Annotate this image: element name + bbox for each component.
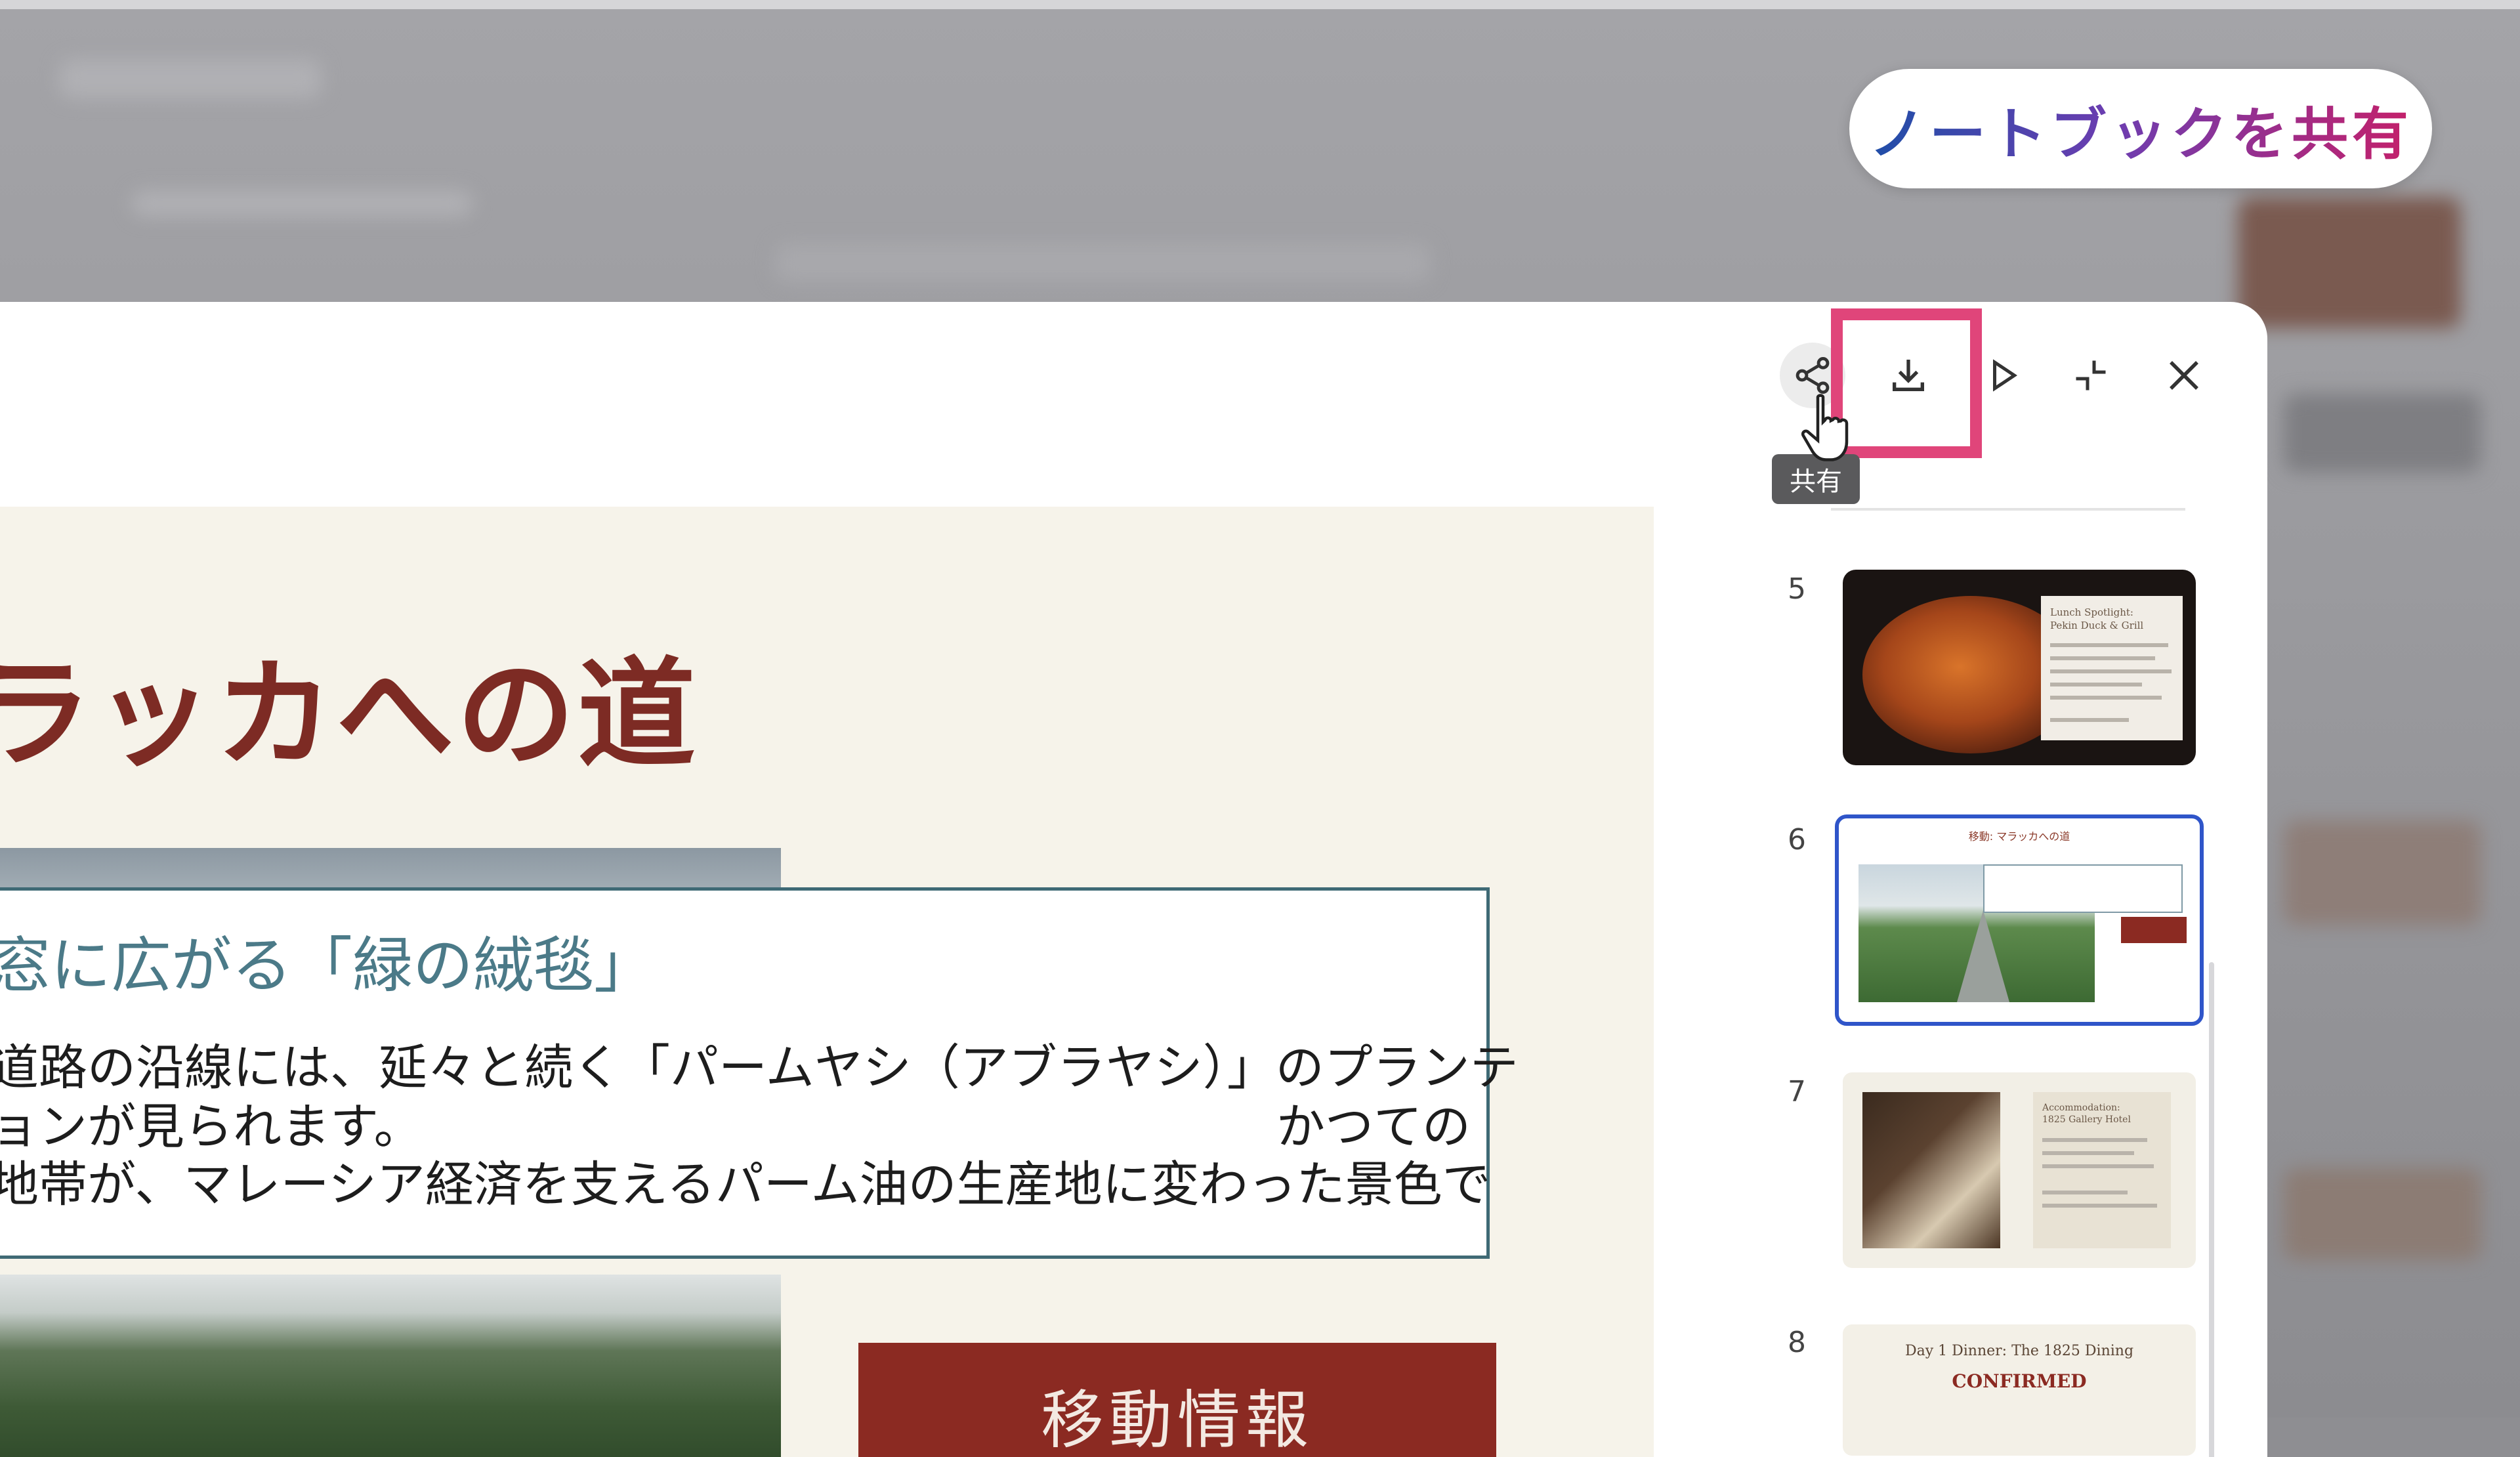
text-line	[2050, 683, 2142, 686]
background-panel-blur	[2284, 820, 2481, 925]
slide-thumbnail-7[interactable]: Accommodation: 1825 Gallery Hotel	[1843, 1072, 2196, 1268]
confirmed-label: CONFIRMED	[1952, 1370, 2087, 1392]
background-avatar-blur	[2238, 197, 2461, 328]
slide-thumbnail-6-selected[interactable]: 移動: マラッカへの道	[1835, 814, 2204, 1026]
road-shape	[1957, 910, 2009, 1002]
thumbnail-caption: 1825 Gallery Hotel	[2042, 1114, 2131, 1125]
text-line	[2042, 1138, 2147, 1142]
background-text-blur	[131, 190, 472, 217]
background-tabs-blur	[774, 243, 1431, 282]
hand-cursor-icon	[1798, 392, 1857, 467]
text-line	[2042, 1204, 2157, 1208]
thumbnail-number: 5	[1788, 572, 1806, 606]
text-line	[2042, 1164, 2154, 1168]
thumbnail-text-box	[1983, 864, 2183, 913]
current-slide: ラッカへの道 窓に広がる「緑の絨毯」 道路の沿線には、延々と続く「パームヤシ（ア…	[0, 507, 1654, 1457]
play-icon	[1993, 359, 2018, 392]
thumbnail-caption: Accommodation:	[2042, 1103, 2120, 1113]
thumbnail-number: 6	[1788, 823, 1806, 856]
thumbnail-caption: 移動: マラッカへの道	[1968, 830, 2070, 843]
thumbnail-text-card: Accommodation: 1825 Gallery Hotel	[2033, 1092, 2171, 1248]
thumbnail-scrollbar[interactable]	[2209, 962, 2214, 1457]
text-line	[2050, 656, 2155, 660]
background-panel-blur	[2284, 394, 2481, 473]
background-topbar	[0, 0, 2520, 9]
collapse-button[interactable]	[2058, 343, 2124, 408]
text-line	[2050, 669, 2172, 673]
share-notebook-button[interactable]: ノートブックを共有	[1849, 69, 2432, 188]
thumbnail-divider	[1831, 508, 2185, 511]
text-line	[2050, 696, 2162, 700]
share-notebook-label: ノートブックを共有	[1869, 88, 2412, 170]
slide-subheading: 窓に広がる「緑の絨毯」	[0, 931, 655, 1001]
slide-photo-plantation	[0, 1275, 781, 1457]
slide-title: ラッカへの道	[0, 645, 699, 784]
thumbnail-text-card: Lunch Spotlight: Pekin Duck & Grill	[2041, 596, 2183, 740]
thumbnail-caption: Pekin Duck & Grill	[2050, 620, 2144, 631]
travel-info-button[interactable]: 移動情報	[858, 1343, 1496, 1457]
background-panel-blur	[2284, 1168, 2481, 1260]
slide-text-box: 窓に広がる「緑の絨毯」 道路の沿線には、延々と続く「パームヤシ（アブラヤシ）」の…	[0, 887, 1519, 1259]
close-button[interactable]	[2151, 343, 2217, 408]
collapse-icon	[2076, 360, 2106, 391]
thumbnail-info-box	[2121, 917, 2187, 943]
slide-body-line: 地帯が、マレーシア経済を支えるパーム油の生産地に変わった景色で	[0, 1156, 1491, 1213]
close-icon	[2170, 361, 2198, 390]
thumbnail-caption: Lunch Spotlight:	[2050, 606, 2133, 618]
text-line	[2050, 643, 2168, 647]
slide-thumbnail-5[interactable]: Lunch Spotlight: Pekin Duck & Grill	[1843, 570, 2196, 765]
hotel-photo	[1862, 1092, 2000, 1248]
text-line	[2042, 1191, 2128, 1194]
thumbnail-number: 7	[1788, 1075, 1806, 1109]
background-title-blur	[59, 59, 322, 98]
slide-thumbnail-8[interactable]: Day 1 Dinner: The 1825 Dining CONFIRMED	[1843, 1324, 2196, 1456]
share-icon	[1796, 357, 1830, 394]
slide-viewer-modal: ラッカへの道 窓に広がる「緑の絨毯」 道路の沿線には、延々と続く「パームヤシ（ア…	[0, 302, 2267, 1457]
text-line	[2042, 1151, 2134, 1155]
thumbnail-caption: Day 1 Dinner: The 1825 Dining	[1904, 1343, 2134, 1359]
thumbnail-number: 8	[1788, 1326, 1806, 1359]
text-line	[2050, 718, 2129, 722]
